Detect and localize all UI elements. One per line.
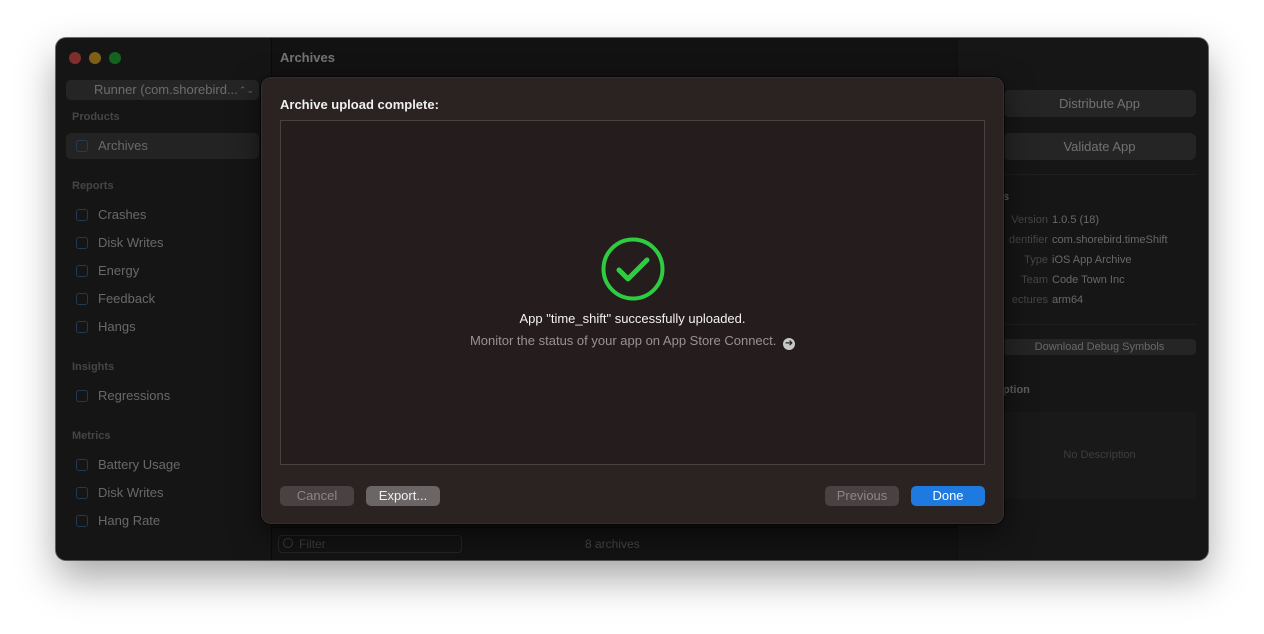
export-button[interactable]: Export... <box>366 486 440 506</box>
status-link-row: Monitor the status of your app on App St… <box>281 333 984 350</box>
sheet-content: App "time_shift" successfully uploaded. … <box>280 120 985 465</box>
sheet-title: Archive upload complete: <box>280 97 439 112</box>
success-message: App "time_shift" successfully uploaded. <box>519 311 746 326</box>
upload-complete-sheet: Archive upload complete: App "time_shift… <box>261 77 1004 524</box>
arrow-right-circle-icon[interactable]: ➜ <box>783 338 796 350</box>
checkmark-circle-icon <box>601 237 665 301</box>
previous-button[interactable]: Previous <box>825 486 899 506</box>
status-message: Monitor the status of your app on App St… <box>469 333 777 348</box>
done-button[interactable]: Done <box>911 486 985 506</box>
cancel-button[interactable]: Cancel <box>280 486 354 506</box>
